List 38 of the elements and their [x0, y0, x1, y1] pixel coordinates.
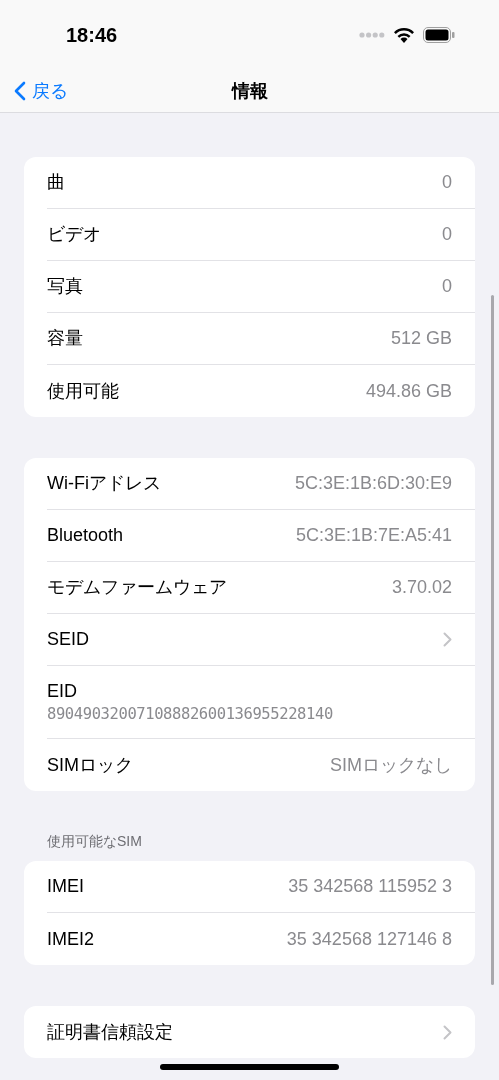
status-time: 18:46 [66, 23, 118, 48]
row-value: 0 [442, 171, 452, 194]
row-label: 写真 [47, 275, 83, 298]
row-value: 5C:3E:1B:7E:A5:41 [295, 524, 452, 547]
battery-icon [423, 27, 455, 43]
row-label: SIMロック [47, 753, 133, 777]
disclosure-row[interactable]: SEID [47, 614, 475, 666]
nav-title: 情報 [231, 79, 268, 103]
back-chevron-icon [14, 81, 26, 101]
row-label: モデムファームウェア [47, 576, 227, 599]
row-label: Wi-Fiアドレス [47, 472, 161, 495]
row-label: Bluetooth [47, 524, 124, 547]
row-value: 35 342568 127146 8 [286, 927, 452, 951]
row-label: 容量 [47, 327, 83, 350]
row-value: 512 GB [390, 327, 452, 350]
row-label: 曲 [47, 171, 65, 194]
row-value: 494.86 GB [365, 379, 452, 403]
row-label: IMEI [47, 875, 84, 898]
chevron-icon [443, 1024, 452, 1040]
row-value: 3.70.02 [391, 576, 452, 599]
disclosure-row[interactable]: 証明書信頼設定 [47, 1006, 475, 1058]
row-value: 35 342568 115952 3 [288, 875, 452, 898]
signal-icon [359, 32, 385, 38]
section-header: 使用可能なSIM [47, 833, 142, 849]
row-label: SEID [47, 628, 89, 651]
chevron-icon [443, 632, 452, 647]
row-label: 証明書信頼設定 [47, 1020, 173, 1044]
row-value: SIMロックなし [330, 753, 452, 777]
wifi-icon [393, 27, 415, 43]
row-value: 89049032007108882600136955228140 [47, 704, 334, 725]
row-value: 0 [442, 223, 452, 246]
row-label: 使用可能 [47, 379, 119, 403]
row-value: 0 [442, 275, 452, 298]
back-button[interactable]: 戻る [14, 70, 68, 112]
row-value: 5C:3E:1B:6D:30:E9 [294, 472, 452, 495]
row-label: EID [47, 680, 78, 703]
row-label: ビデオ [47, 223, 101, 246]
row-label: IMEI2 [47, 927, 94, 951]
